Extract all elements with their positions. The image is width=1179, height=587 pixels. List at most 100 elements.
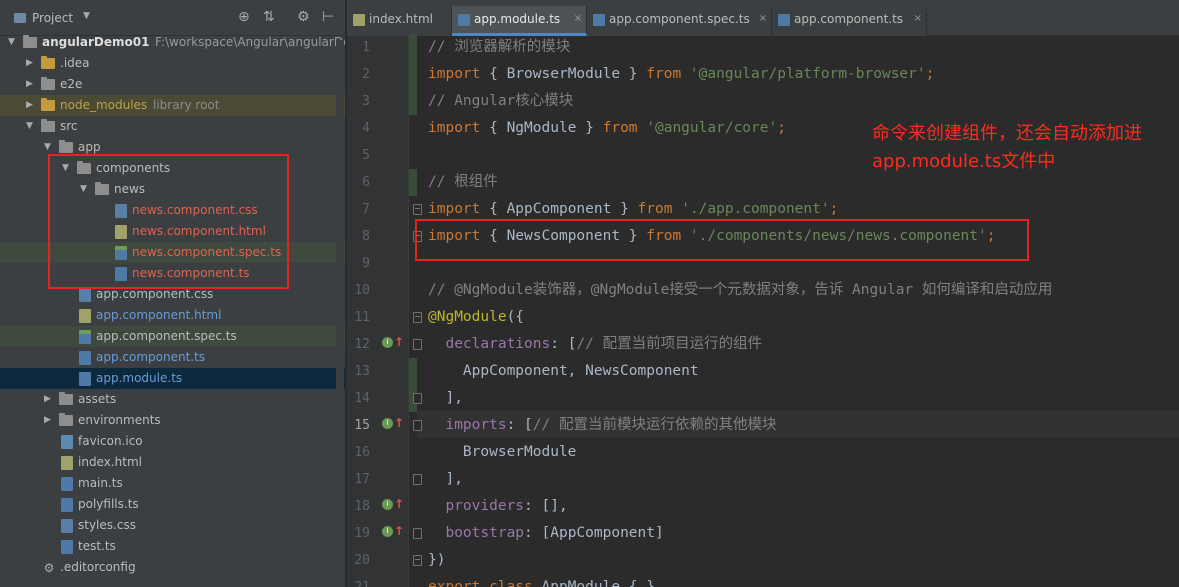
code-line[interactable]: // Angular核心模块 [428, 88, 573, 115]
tree-item[interactable]: index.html [0, 452, 345, 473]
code-token: // Angular核心模块 [428, 93, 574, 109]
tree-item[interactable]: styles.css [0, 515, 345, 536]
folder-icon [41, 56, 55, 69]
tree-item-label: app.component.html [96, 308, 222, 322]
fold-icon[interactable] [413, 474, 422, 485]
collapsed-arrow-icon[interactable]: ▶ [26, 95, 33, 116]
code-token: imports [445, 417, 507, 433]
project-tree[interactable]: ▼ angularDemo01 F:\workspace\Angular\angul… [0, 32, 345, 587]
fold-icon[interactable] [413, 528, 422, 539]
tree-item[interactable]: ▶ environments [0, 410, 345, 431]
close-tab-icon[interactable]: × [914, 6, 922, 32]
line-number: 16 [354, 445, 370, 460]
collapsed-arrow-icon[interactable]: ▶ [44, 389, 51, 410]
vcs-change-marker[interactable] [409, 88, 417, 115]
expanded-arrow-icon[interactable]: ▼ [26, 116, 33, 137]
code-token: : [], [524, 498, 568, 514]
code-token: // @NgModule装饰器，@NgModule接受一个元数据对象，告诉 An… [428, 282, 1053, 298]
editor-tab[interactable]: app.component.spec.ts × [587, 6, 772, 36]
code-line[interactable]: // 浏览器解析的模块 [428, 34, 570, 61]
tree-item-label: node_modules [60, 98, 148, 112]
code-line[interactable]: // @NgModule装饰器，@NgModule接受一个元数据对象，告诉 An… [428, 277, 1052, 304]
code-line[interactable]: declarations: [// 配置当前项目运行的组件 [428, 331, 762, 358]
code-token: from [602, 120, 638, 136]
tree-item[interactable]: ▼ angularDemo01 F:\workspace\Angular\angul… [0, 32, 345, 53]
fold-icon[interactable]: − [413, 555, 422, 566]
editor-tab-label: app.component.spec.ts [609, 12, 750, 26]
project-panel-title: Project [32, 11, 74, 25]
hide-icon[interactable]: ⊢ [322, 9, 334, 25]
tree-item[interactable]: ▶ node_modules library root [0, 95, 345, 116]
code-token: ({ [506, 309, 525, 325]
code-token: AppComponent, NewsComponent [428, 363, 699, 379]
line-number: 5 [362, 148, 370, 163]
tree-item[interactable]: ▶ .idea [0, 53, 345, 74]
close-tab-icon[interactable]: × [759, 6, 767, 32]
fold-icon[interactable] [413, 420, 422, 431]
tree-item[interactable]: app.component.html [0, 305, 345, 326]
tree-item-label: angularDemo01 [42, 35, 150, 49]
tree-item[interactable]: app.module.ts [0, 368, 345, 389]
code-line[interactable]: ], [428, 466, 462, 493]
implementation-marker-icon[interactable]: I ↑ [382, 416, 404, 430]
editor-tab[interactable]: index.html [347, 6, 452, 36]
collapse-icon[interactable]: ⇅ [263, 9, 275, 25]
editor-tab-label: index.html [369, 12, 433, 26]
tree-item-label: styles.css [78, 518, 136, 532]
code-line[interactable]: // 根组件 [428, 169, 498, 196]
vcs-change-marker[interactable] [409, 34, 417, 61]
close-tab-icon[interactable]: × [574, 6, 582, 32]
tree-item[interactable]: main.ts [0, 473, 345, 494]
tree-item[interactable]: app.component.spec.ts [0, 326, 345, 347]
expanded-arrow-icon[interactable]: ▼ [8, 32, 15, 53]
tree-item[interactable]: ▶ assets [0, 389, 345, 410]
fold-icon[interactable]: − [413, 312, 422, 323]
line-number: 17 [354, 472, 370, 487]
code-line[interactable]: @NgModule({ [428, 304, 524, 331]
tree-item[interactable]: ▼ src [0, 116, 345, 137]
tree-item[interactable]: test.ts [0, 536, 345, 557]
chevron-down-icon[interactable]: ▼ [83, 11, 90, 21]
collapsed-arrow-icon[interactable]: ▶ [44, 410, 51, 431]
fold-icon[interactable] [413, 393, 422, 404]
tree-item[interactable]: polyfills.ts [0, 494, 345, 515]
collapsed-arrow-icon[interactable]: ▶ [26, 74, 33, 95]
tree-item-label: app.component.ts [96, 350, 206, 364]
editor-tab[interactable]: app.component.ts × [772, 6, 927, 36]
implementation-marker-icon[interactable]: I ↑ [382, 497, 404, 511]
collapsed-arrow-icon[interactable]: ▶ [26, 53, 33, 74]
code-token: ], [428, 390, 463, 406]
crosshair-icon[interactable]: ⊕ [238, 9, 250, 25]
project-tree-scrollbar[interactable] [336, 40, 344, 587]
tree-item[interactable]: ▶ e2e [0, 74, 345, 95]
code-line[interactable]: import { NgModule } from '@angular/core'… [428, 115, 786, 142]
tree-item[interactable]: favicon.ico [0, 431, 345, 452]
code-line[interactable]: import { BrowserModule } from '@angular/… [428, 61, 934, 88]
project-view-selector[interactable]: Project [14, 11, 73, 25]
settings-icon[interactable]: ⚙ [297, 9, 310, 25]
tree-item[interactable]: ⚙ .editorconfig [0, 557, 345, 578]
editor-tab[interactable]: app.module.ts × [452, 6, 587, 36]
code-line[interactable]: imports: [// 配置当前模块运行依赖的其他模块 [428, 412, 776, 439]
implementation-marker-icon[interactable]: I ↑ [382, 335, 404, 349]
code-line[interactable]: providers: [], [428, 493, 568, 520]
html-file-icon [61, 456, 73, 470]
code-line[interactable]: BrowserModule [428, 439, 577, 466]
code-token: declarations [445, 336, 551, 352]
vcs-change-marker[interactable] [409, 169, 417, 196]
vcs-change-marker[interactable] [409, 61, 417, 88]
implementation-marker-icon[interactable]: I ↑ [382, 524, 404, 538]
code-line[interactable]: ], [428, 385, 463, 412]
code-line[interactable]: AppComponent, NewsComponent [428, 358, 699, 385]
code-line[interactable]: bootstrap: [AppComponent] [428, 520, 663, 547]
code-line[interactable]: export class AppModule { } [428, 574, 655, 587]
fold-icon[interactable]: − [413, 204, 422, 215]
fold-icon[interactable] [413, 339, 422, 350]
tree-item[interactable]: app.component.ts [0, 347, 345, 368]
code-line[interactable]: }) [428, 547, 445, 574]
tree-item-label: src [60, 119, 78, 133]
line-number: 13 [354, 364, 370, 379]
line-number: 4 [362, 121, 370, 136]
code-token: '@angular/platform-browser' [689, 66, 926, 82]
vcs-change-marker[interactable] [409, 358, 417, 385]
